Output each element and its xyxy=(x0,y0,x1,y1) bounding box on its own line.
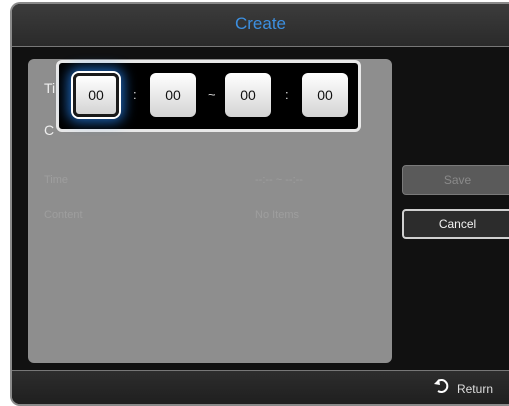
return-label: Return xyxy=(456,381,493,396)
time-field-value[interactable]: --:-- ~ --:-- xyxy=(255,174,303,186)
time-label-partial: Ti xyxy=(44,80,56,96)
content-field-value[interactable]: No Items xyxy=(255,209,299,221)
content-label-partial: C xyxy=(44,122,55,138)
range-tilde-separator: ~ xyxy=(208,87,216,102)
time-field-label: Time xyxy=(44,174,69,186)
start-hour-field[interactable]: 00 xyxy=(73,73,119,117)
return-icon xyxy=(433,378,451,399)
time-picker-popup: 00 : 00 ~ 00 : 00 xyxy=(56,60,361,132)
cancel-button[interactable]: Cancel xyxy=(402,209,509,239)
save-button[interactable]: Save xyxy=(402,165,509,195)
end-minute-field[interactable]: 00 xyxy=(302,73,348,117)
title-bar: Create xyxy=(12,4,509,47)
start-minute-field[interactable]: 00 xyxy=(150,73,196,117)
time-colon-separator: : xyxy=(285,87,289,102)
end-hour-field[interactable]: 00 xyxy=(225,73,271,117)
content-field-label: Content xyxy=(44,209,83,221)
footer-bar: Return xyxy=(12,370,509,404)
time-colon-separator: : xyxy=(133,87,137,102)
dialog-title: Create xyxy=(234,14,287,33)
return-button[interactable]: Return xyxy=(433,378,493,399)
